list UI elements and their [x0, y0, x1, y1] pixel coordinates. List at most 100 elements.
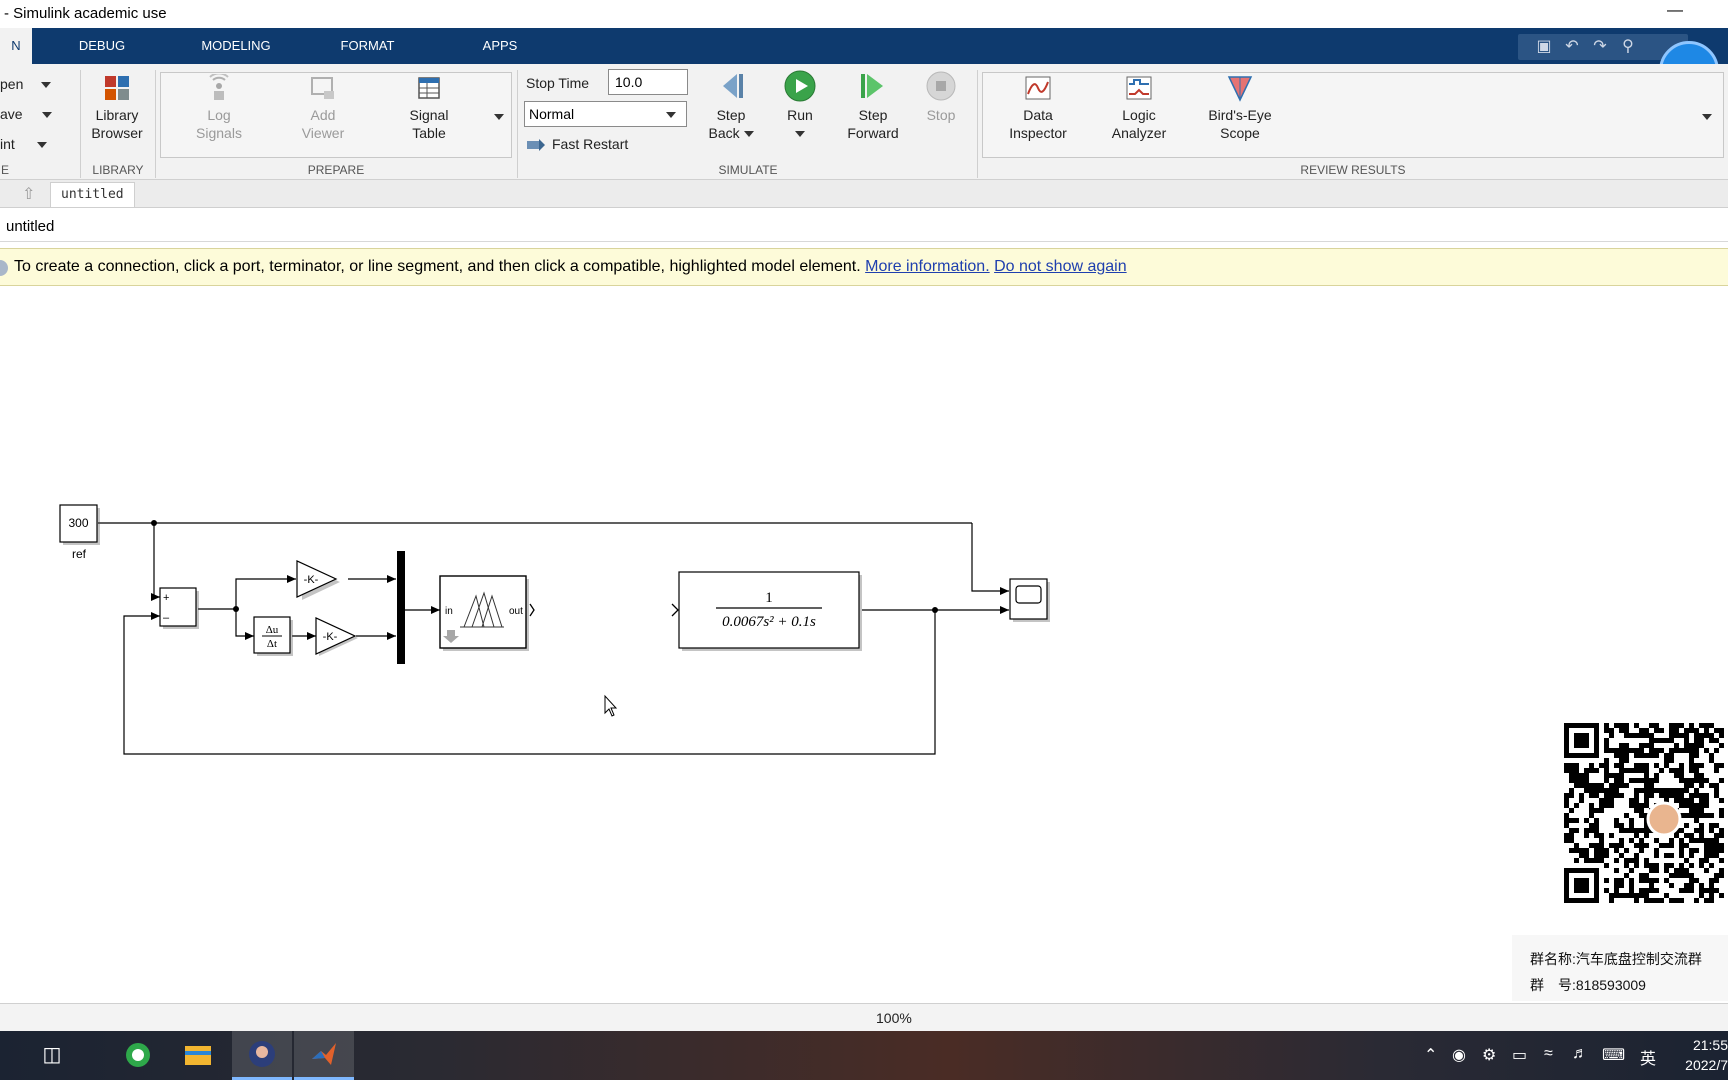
browser-logo	[126, 1043, 150, 1067]
block-diagram: 300 ref + – -K- Δu Δt -K- in out 1 0.006…	[59, 504, 1050, 755]
window-title: - Simulink academic use	[4, 5, 167, 22]
battery-icon[interactable]: ▭	[1512, 1045, 1527, 1065]
transfer-function-block[interactable]: 1 0.0067s² + 0.1s	[671, 571, 862, 651]
search-icon[interactable]: ⚲	[1618, 37, 1638, 57]
review-section-label: REVIEW RESULTS	[1300, 163, 1406, 177]
birds-eye-line1: Bird's-Eye	[1208, 107, 1272, 123]
step-back-icon	[723, 74, 743, 98]
run-dropdown[interactable]	[770, 124, 830, 142]
fast-restart-icon	[527, 139, 545, 152]
log-signals-line2: Signals	[196, 125, 242, 141]
save-icon[interactable]: ▣	[1534, 37, 1554, 57]
do-not-show-again-link[interactable]: Do not show again	[994, 258, 1127, 275]
data-inspector-button[interactable]: Data Inspector	[998, 74, 1078, 142]
tab-format[interactable]: FORMAT	[330, 28, 405, 64]
zoom-level[interactable]: 100%	[876, 1010, 912, 1026]
birds-eye-scope-button[interactable]: Bird's-Eye Scope	[1196, 74, 1284, 142]
review-gallery-expand[interactable]	[1702, 108, 1712, 126]
folder-logo	[185, 1046, 211, 1065]
print-button[interactable]: int	[0, 136, 47, 152]
keyboard-icon[interactable]: ⌨	[1602, 1045, 1625, 1065]
open-button[interactable]: pen	[0, 76, 52, 92]
step-forward-button[interactable]: Step Forward	[840, 70, 906, 142]
info-banner: To create a connection, click a port, te…	[0, 248, 1728, 286]
log-signals-button[interactable]: Log Signals	[186, 74, 252, 142]
fuzzy-logic-controller-block[interactable]: in out	[439, 575, 535, 651]
gain-block[interactable]: -K-	[315, 617, 358, 656]
stop-time-input[interactable]: 10.0	[608, 69, 688, 95]
save-label: ave	[0, 106, 23, 122]
library-browser-line2: Browser	[91, 125, 143, 141]
undo-icon[interactable]: ↶	[1562, 37, 1582, 57]
step-back-label: Back	[708, 125, 740, 141]
model-path[interactable]: untitled	[6, 218, 54, 235]
fuzzy-out-port-label: out	[509, 606, 523, 617]
sum-block[interactable]: + –	[159, 587, 199, 629]
birds-eye-icon	[1227, 76, 1253, 102]
tf-denominator: 0.0067s² + 0.1s	[722, 614, 816, 630]
data-inspector-line1: Data	[1023, 107, 1053, 123]
up-arrow-icon[interactable]: ⇧	[22, 184, 40, 203]
qq-tray-icon[interactable]: ◉	[1452, 1045, 1466, 1065]
title-bar: - Simulink academic use —	[0, 0, 1728, 28]
tab-simulation[interactable]: N	[0, 28, 32, 64]
qq-app-icon[interactable]	[232, 1031, 292, 1080]
banner-message: To create a connection, click a port, te…	[14, 258, 861, 275]
simulink-window: - Simulink academic use — N DEBUG MODELI…	[0, 0, 1728, 1080]
open-label: pen	[0, 76, 24, 92]
prepare-section-label: PREPARE	[307, 163, 365, 177]
divider	[977, 70, 978, 178]
stop-label: Stop	[926, 107, 956, 123]
divider	[155, 70, 156, 178]
scope-block[interactable]	[1009, 578, 1050, 622]
simulation-mode-select[interactable]: Normal	[524, 101, 687, 127]
clock-time: 21:55	[1692, 1037, 1728, 1053]
stop-icon	[926, 71, 956, 101]
stop-button[interactable]: Stop	[912, 70, 970, 124]
constant-block[interactable]: 300	[59, 504, 100, 545]
library-browser-button[interactable]: Library Browser	[86, 74, 148, 142]
more-information-link[interactable]: More information.	[865, 258, 990, 275]
logic-analyzer-button[interactable]: Logic Analyzer	[1098, 74, 1180, 142]
run-button[interactable]: Run	[770, 70, 830, 142]
constant-name[interactable]: ref	[72, 547, 87, 561]
add-viewer-button[interactable]: Add Viewer	[290, 74, 356, 142]
prepare-gallery-expand[interactable]	[494, 108, 504, 126]
volume-icon[interactable]: ♬	[1572, 1045, 1588, 1063]
banner-message-row: To create a connection, click a port, te…	[14, 258, 1127, 276]
mux-block[interactable]	[397, 551, 405, 664]
tab-modeling[interactable]: MODELING	[186, 28, 286, 64]
model-tab[interactable]: untitled	[50, 182, 135, 207]
ime-indicator[interactable]: 英	[1640, 1045, 1656, 1069]
system-clock[interactable]: 21:55 2022/7	[1676, 1035, 1728, 1075]
chevron-up-icon[interactable]: ⌃	[1424, 1045, 1437, 1065]
matlab-app-icon[interactable]	[294, 1031, 354, 1080]
simulation-mode-value: Normal	[529, 106, 575, 122]
save-button[interactable]: ave	[0, 106, 53, 122]
search-icon[interactable]: ○	[0, 1031, 10, 1080]
data-inspector-line2: Inspector	[1009, 125, 1067, 141]
task-view-icon[interactable]: ◫	[24, 1031, 80, 1080]
signal-lines	[98, 522, 1009, 755]
group-name: 群名称:汽车底盘控制交流群	[1530, 951, 1702, 967]
wifi-icon[interactable]: ≈	[1544, 1045, 1553, 1063]
step-back-button[interactable]: Step Back	[700, 70, 762, 142]
gain-block[interactable]: -K-	[296, 560, 340, 600]
model-canvas[interactable]: 300 ref + – -K- Δu Δt -K- in out 1 0.006…	[0, 287, 1728, 1003]
chevron-down-icon	[1702, 113, 1712, 120]
fast-restart-button[interactable]: Fast Restart	[526, 136, 628, 152]
microphone-icon[interactable]: ⚙	[1482, 1045, 1496, 1065]
tab-debug[interactable]: DEBUG	[62, 28, 142, 64]
signal-table-button[interactable]: Signal Table	[396, 74, 462, 142]
derivative-block[interactable]: Δu Δt	[253, 616, 293, 656]
fuzzy-in-port-label: in	[445, 606, 453, 617]
file-explorer-icon[interactable]	[170, 1031, 226, 1080]
simulate-section-label: SIMULATE	[718, 163, 778, 177]
minimize-button[interactable]: —	[1660, 2, 1690, 24]
library-browser-line1: Library	[95, 107, 139, 123]
tab-apps[interactable]: APPS	[470, 28, 530, 64]
browser-icon[interactable]	[110, 1031, 166, 1080]
redo-icon[interactable]: ↷	[1590, 37, 1610, 57]
data-inspector-icon	[1025, 76, 1051, 100]
review-gallery	[982, 72, 1724, 158]
